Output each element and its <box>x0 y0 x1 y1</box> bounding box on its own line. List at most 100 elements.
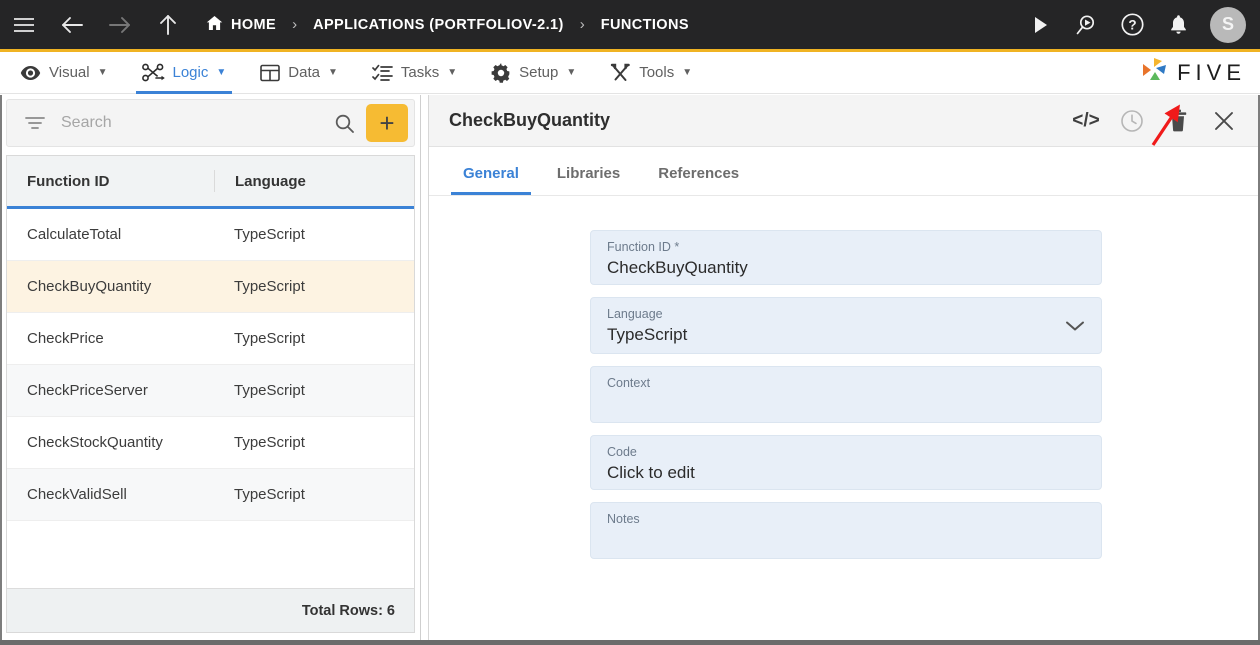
search-input[interactable] <box>53 114 323 132</box>
grid-body: CalculateTotal TypeScript CheckBuyQuanti… <box>7 209 414 588</box>
menu-item-visual[interactable]: Visual ▼ <box>6 52 122 94</box>
tab-references[interactable]: References <box>646 165 751 195</box>
cell-language: TypeScript <box>234 330 305 347</box>
total-rows-label: Total Rows: 6 <box>7 588 414 632</box>
function-id-field[interactable]: Function ID * CheckBuyQuantity <box>590 230 1102 285</box>
menu-label-logic: Logic <box>172 64 209 81</box>
code-field[interactable]: Code Click to edit <box>590 435 1102 490</box>
add-function-button[interactable]: + <box>366 104 408 142</box>
general-form: Function ID * CheckBuyQuantity Language … <box>429 196 1260 559</box>
function-id-value: CheckBuyQuantity <box>607 258 748 277</box>
graph-nodes-icon <box>141 63 165 82</box>
code-value[interactable]: Click to edit <box>607 463 1085 483</box>
tab-general[interactable]: General <box>451 165 531 195</box>
search-run-icon[interactable] <box>1064 0 1108 50</box>
notifications-icon[interactable] <box>1156 0 1200 50</box>
forward-arrow-icon[interactable] <box>96 0 144 50</box>
functions-list-panel: + Function ID Language CalculateTotal Ty… <box>0 95 421 640</box>
cell-function-id: CheckStockQuantity <box>27 434 163 451</box>
form-column: Function ID * CheckBuyQuantity Language … <box>590 230 1102 559</box>
avatar[interactable]: S <box>1210 6 1246 43</box>
functions-grid: Function ID Language CalculateTotal Type… <box>6 155 415 633</box>
workspace: + Function ID Language CalculateTotal Ty… <box>0 95 1260 640</box>
gear-icon <box>491 62 511 83</box>
tools-icon <box>610 63 631 83</box>
menu-label-visual: Visual <box>49 64 90 81</box>
breadcrumb-separator-1: › <box>292 16 298 33</box>
back-arrow-icon[interactable] <box>48 0 96 50</box>
cell-language: TypeScript <box>234 226 305 243</box>
menu-item-logic[interactable]: Logic ▼ <box>128 52 241 94</box>
active-menu-underline <box>135 90 233 94</box>
five-logo-text: FIVE <box>1177 59 1246 85</box>
up-arrow-icon[interactable] <box>144 0 192 50</box>
top-navigation-bar: HOME › APPLICATIONS (PORTFOLIOV-2.1) › F… <box>0 0 1260 52</box>
run-icon[interactable] <box>1018 0 1062 50</box>
chevron-down-icon: ▼ <box>216 66 227 78</box>
module-menu-bar: Visual ▼ Logic ▼ Data ▼ Tasks ▼ Setup ▼ … <box>0 52 1260 94</box>
menu-item-tasks[interactable]: Tasks ▼ <box>358 52 471 94</box>
menu-label-data: Data <box>288 64 320 81</box>
chevron-down-icon: ▼ <box>327 66 338 78</box>
filter-icon[interactable] <box>17 115 53 131</box>
function-detail-panel: CheckBuyQuantity </> General Libraries R… <box>428 95 1260 640</box>
search-bar: + <box>6 99 415 147</box>
chevron-down-icon: ▼ <box>566 66 577 78</box>
table-row[interactable]: CheckPrice TypeScript <box>7 313 414 365</box>
close-icon[interactable] <box>1204 101 1244 141</box>
column-header-function-id[interactable]: Function ID <box>7 156 214 206</box>
window-bottom-edge <box>0 640 1260 645</box>
table-row[interactable]: CheckValidSell TypeScript <box>7 469 414 521</box>
checklist-icon <box>372 64 393 82</box>
chevron-down-icon: ▼ <box>447 66 458 78</box>
menu-item-setup[interactable]: Setup ▼ <box>477 52 590 94</box>
cell-language: TypeScript <box>234 486 305 503</box>
code-label: Code <box>607 445 637 459</box>
history-clock-icon[interactable] <box>1112 101 1152 141</box>
help-icon[interactable]: ? <box>1110 0 1154 50</box>
window-left-edge <box>0 95 2 640</box>
notes-field[interactable]: Notes <box>590 502 1102 559</box>
table-row[interactable]: CheckPriceServer TypeScript <box>7 365 414 417</box>
language-value: TypeScript <box>607 325 688 344</box>
breadcrumb: HOME › APPLICATIONS (PORTFOLIOV-2.1) › F… <box>206 15 689 35</box>
topbar-nav-icons <box>0 0 192 50</box>
cell-function-id: CalculateTotal <box>27 226 122 243</box>
cell-language: TypeScript <box>234 382 305 399</box>
table-row[interactable]: CheckBuyQuantity TypeScript <box>7 261 414 313</box>
menu-item-tools[interactable]: Tools ▼ <box>596 52 706 94</box>
cell-function-id: CheckPriceServer <box>27 382 148 399</box>
tab-libraries[interactable]: Libraries <box>545 165 632 195</box>
menu-item-data[interactable]: Data ▼ <box>246 52 352 94</box>
detail-header: CheckBuyQuantity </> <box>429 95 1260 147</box>
context-label: Context <box>607 376 651 390</box>
chevron-down-icon[interactable] <box>1065 320 1085 332</box>
table-row[interactable]: CheckStockQuantity TypeScript <box>7 417 414 469</box>
column-header-language[interactable]: Language <box>214 170 414 192</box>
language-label: Language <box>607 307 663 321</box>
context-field[interactable]: Context <box>590 366 1102 423</box>
table-grid-icon <box>260 64 281 82</box>
breadcrumb-separator-2: › <box>579 16 585 33</box>
cell-function-id: CheckValidSell <box>27 486 127 503</box>
breadcrumb-item-applications[interactable]: APPLICATIONS (PORTFOLIOV-2.1) <box>313 17 564 33</box>
breadcrumb-label-home: HOME <box>231 16 277 33</box>
delete-trash-icon[interactable] <box>1158 101 1198 141</box>
hamburger-menu-button[interactable] <box>0 0 48 50</box>
language-select-field[interactable]: Language TypeScript <box>590 297 1102 354</box>
function-id-label: Function ID * <box>607 240 680 254</box>
breadcrumb-item-home[interactable]: HOME <box>206 15 276 35</box>
cell-function-id: CheckBuyQuantity <box>27 278 152 295</box>
cell-language: TypeScript <box>234 434 305 451</box>
page-title: CheckBuyQuantity <box>449 110 611 130</box>
table-row[interactable]: CalculateTotal TypeScript <box>7 209 414 261</box>
eye-icon <box>20 65 41 81</box>
code-view-icon[interactable]: </> <box>1066 101 1106 141</box>
five-logo: FIVE <box>1140 56 1260 89</box>
menu-label-tools: Tools <box>639 64 675 81</box>
detail-header-actions: </> <box>1066 101 1244 141</box>
cell-function-id: CheckPrice <box>27 330 104 347</box>
detail-tabs: General Libraries References <box>429 147 1260 196</box>
breadcrumb-item-functions[interactable]: FUNCTIONS <box>601 17 689 33</box>
magnifier-icon[interactable] <box>323 114 366 133</box>
